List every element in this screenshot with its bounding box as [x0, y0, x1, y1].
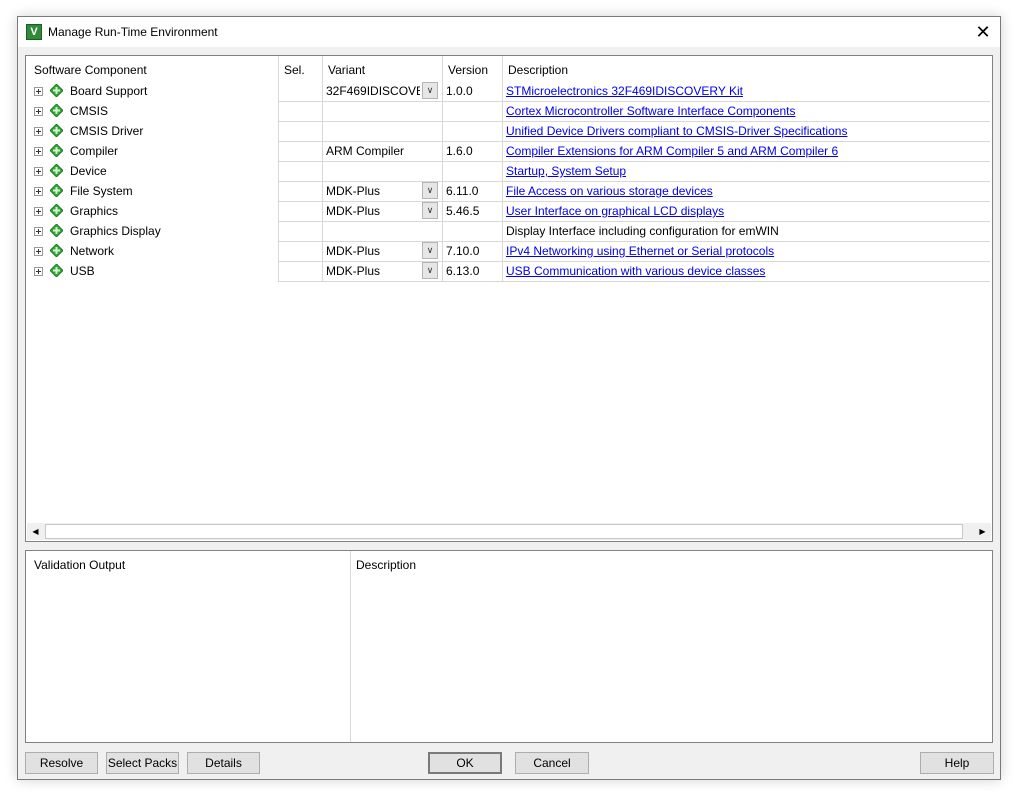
- scroll-right-icon[interactable]: ▶: [974, 523, 991, 540]
- description-link[interactable]: STMicroelectronics 32F469IDISCOVERY Kit: [506, 84, 743, 98]
- component-name: Graphics Display: [70, 224, 161, 238]
- version-cell: 5.46.5: [446, 204, 480, 218]
- expand-icon[interactable]: [34, 267, 43, 276]
- component-icon: [50, 224, 63, 237]
- component-row[interactable]: Compiler ARM Compiler 1.6.0 Compiler Extens…: [26, 141, 990, 161]
- component-name: CMSIS: [70, 104, 109, 118]
- horizontal-scrollbar[interactable]: ◀ ▶: [27, 523, 991, 540]
- variant-cell[interactable]: MDK-Plus: [326, 184, 420, 198]
- close-button[interactable]: ✕: [966, 17, 1000, 47]
- component-icon: [50, 124, 63, 137]
- component-name: Network: [70, 244, 115, 258]
- column-header-component[interactable]: Software Component: [34, 63, 147, 77]
- expand-icon[interactable]: [34, 207, 43, 216]
- component-icon: [50, 264, 63, 277]
- expand-icon[interactable]: [34, 107, 43, 116]
- description-link[interactable]: File Access on various storage devices: [506, 184, 713, 198]
- component-row[interactable]: CMSIS Cortex Microcontroller Software Int…: [26, 101, 990, 121]
- description-link[interactable]: IPv4 Networking using Ethernet or Serial…: [506, 244, 774, 258]
- variant-cell[interactable]: 32F469IDISCOVERY: [326, 84, 420, 98]
- validation-panel: Validation Output Description: [25, 550, 993, 743]
- help-button[interactable]: Help: [920, 752, 994, 774]
- component-row[interactable]: USB MDK-Plus ∨ 6.13.0 USB Communication with…: [26, 261, 990, 281]
- resolve-button[interactable]: Resolve: [25, 752, 98, 774]
- description-link[interactable]: Startup, System Setup: [506, 164, 626, 178]
- column-header-description[interactable]: Description: [508, 63, 568, 77]
- description-link[interactable]: Compiler Extensions for ARM Compiler 5 a…: [506, 144, 838, 158]
- component-row[interactable]: Board Support 32F469IDISCOVERY∨ 1.0.0 STMic…: [26, 81, 990, 101]
- scroll-left-icon[interactable]: ◀: [27, 523, 44, 540]
- component-row[interactable]: CMSIS Driver Unified Device Drivers compl…: [26, 121, 990, 141]
- component-name: Board Support: [70, 84, 148, 98]
- component-name: CMSIS Driver: [70, 124, 144, 138]
- validation-description-header[interactable]: Description: [356, 558, 416, 572]
- cancel-button[interactable]: Cancel: [515, 752, 589, 774]
- component-row[interactable]: File System MDK-Plus ∨ 6.11.0 File Access on…: [26, 181, 990, 201]
- version-cell: 7.10.0: [446, 244, 480, 258]
- details-button[interactable]: Details: [187, 752, 260, 774]
- component-icon: [50, 144, 63, 157]
- component-row[interactable]: Device Startup, System Setup: [26, 161, 990, 181]
- variant-dropdown-icon[interactable]: ∨: [422, 202, 438, 219]
- variant-dropdown-icon[interactable]: ∨: [422, 262, 438, 279]
- variant-cell[interactable]: MDK-Plus: [326, 264, 420, 278]
- variant-dropdown-icon[interactable]: ∨: [422, 82, 438, 99]
- component-name: File System: [70, 184, 133, 198]
- component-name: Compiler: [70, 144, 119, 158]
- expand-icon[interactable]: [34, 227, 43, 236]
- component-icon: [50, 104, 63, 117]
- component-name: Device: [70, 164, 107, 178]
- version-cell: 6.11.0: [446, 184, 479, 198]
- component-row[interactable]: Network MDK-Plus ∨ 7.10.0 IPv4 Networking us…: [26, 241, 990, 261]
- window-title: Manage Run-Time Environment: [48, 25, 218, 39]
- component-icon: [50, 204, 63, 217]
- grid-divider: [278, 281, 990, 282]
- version-cell: 1.6.0: [446, 144, 473, 158]
- expand-icon[interactable]: [34, 247, 43, 256]
- component-name: USB: [70, 264, 95, 278]
- select-packs-button[interactable]: Select Packs: [106, 752, 179, 774]
- description-link[interactable]: Unified Device Drivers compliant to CMSI…: [506, 124, 847, 138]
- description-link[interactable]: USB Communication with various device cl…: [506, 264, 765, 278]
- component-name: Graphics: [70, 204, 119, 218]
- component-tree-panel: Software Component Sel. Variant Version …: [25, 55, 993, 542]
- description-link[interactable]: User Interface on graphical LCD displays: [506, 204, 724, 218]
- expand-icon[interactable]: [34, 187, 43, 196]
- column-header-sel[interactable]: Sel.: [284, 63, 305, 77]
- component-icon: [50, 184, 63, 197]
- variant-cell[interactable]: MDK-Plus: [326, 244, 420, 258]
- variant-dropdown-icon[interactable]: ∨: [422, 182, 438, 199]
- variant-cell[interactable]: MDK-Plus: [326, 204, 420, 218]
- close-icon: ✕: [975, 22, 991, 42]
- component-icon: [50, 84, 63, 97]
- keil-uvision-icon: V: [26, 24, 42, 40]
- title-bar: V Manage Run-Time Environment ✕: [18, 17, 1000, 47]
- expand-icon[interactable]: [34, 127, 43, 136]
- column-header-variant[interactable]: Variant: [328, 63, 365, 77]
- ok-button[interactable]: OK: [428, 752, 502, 774]
- component-row[interactable]: Graphics MDK-Plus ∨ 5.46.5 User Interface on…: [26, 201, 990, 221]
- column-header-version[interactable]: Version: [448, 63, 488, 77]
- variant-cell: ARM Compiler: [326, 144, 405, 158]
- validation-output-header[interactable]: Validation Output: [34, 558, 125, 572]
- component-icon: [50, 164, 63, 177]
- expand-icon[interactable]: [34, 87, 43, 96]
- description-text: Display Interface including configuratio…: [506, 224, 779, 238]
- expand-icon[interactable]: [34, 147, 43, 156]
- manage-rte-dialog: V Manage Run-Time Environment ✕ Software…: [17, 16, 1001, 780]
- version-cell: 1.0.0: [446, 84, 473, 98]
- component-row[interactable]: Graphics Display Display Interface includ…: [26, 221, 990, 241]
- expand-icon[interactable]: [34, 167, 43, 176]
- scrollbar-thumb[interactable]: [45, 524, 963, 539]
- variant-dropdown-icon[interactable]: ∨: [422, 242, 438, 259]
- component-icon: [50, 244, 63, 257]
- validation-divider: [350, 551, 351, 742]
- description-link[interactable]: Cortex Microcontroller Software Interfac…: [506, 104, 795, 118]
- version-cell: 6.13.0: [446, 264, 480, 278]
